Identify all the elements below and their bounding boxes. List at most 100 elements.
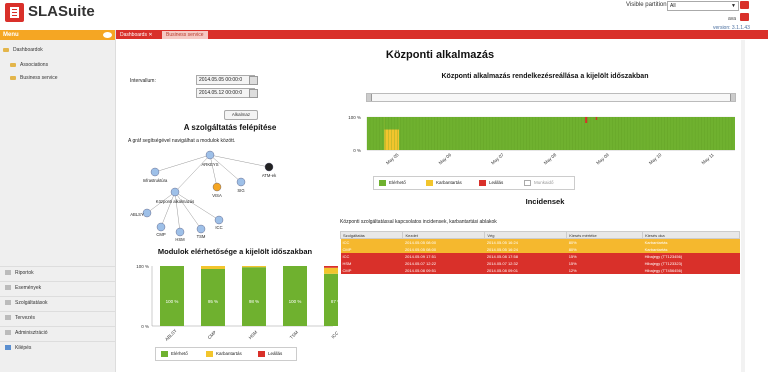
availability-segment bbox=[384, 117, 400, 130]
folder-icon bbox=[10, 75, 16, 80]
sidebar-item-business-service[interactable]: Business service bbox=[10, 75, 58, 81]
tab-business-service[interactable]: Business service bbox=[162, 31, 208, 39]
sidebar-item-label: Események bbox=[15, 285, 42, 291]
table-cell: 12% bbox=[568, 268, 577, 273]
table-cell: Hibajegy (TT123456) bbox=[644, 254, 683, 259]
graph-node[interactable] bbox=[264, 162, 274, 172]
bar-value-label: 87 % bbox=[331, 299, 338, 304]
reports-icon bbox=[5, 270, 11, 276]
graph-node[interactable] bbox=[142, 208, 152, 218]
graph-node[interactable] bbox=[236, 177, 246, 187]
menu-header[interactable]: Menu bbox=[0, 30, 115, 40]
tab-dashboards[interactable]: Dashboards ✕ bbox=[116, 31, 157, 39]
sidebar-item-logout[interactable]: Kilépés bbox=[0, 341, 115, 355]
sidebar-item-label: Szolgáltatások bbox=[15, 300, 48, 306]
sidebar-item-reports[interactable]: Riportok bbox=[0, 266, 115, 280]
graph-node[interactable] bbox=[196, 224, 206, 234]
graph-node[interactable] bbox=[170, 187, 180, 197]
partition-label: Visible partition: bbox=[626, 2, 669, 8]
incidents-subtitle: Központi szolgáltatással kapcsolatos inc… bbox=[340, 219, 497, 225]
collapse-icon[interactable] bbox=[103, 32, 112, 38]
bar-segment bbox=[283, 266, 307, 326]
table-cell: 2014.05.05 16:24 bbox=[486, 247, 518, 252]
sidebar-item-events[interactable]: Események bbox=[0, 281, 115, 295]
bar-value-label: 98 % bbox=[249, 299, 259, 304]
legend-item: Munkaidő bbox=[524, 179, 554, 186]
legend-item: Leállás bbox=[479, 179, 503, 186]
x-tick-label: ICC bbox=[330, 330, 338, 340]
folder-icon bbox=[10, 62, 16, 67]
planning-icon bbox=[5, 315, 11, 321]
bar-value-label: 95 % bbox=[208, 299, 218, 304]
table-cell: 80% bbox=[568, 240, 577, 245]
range-handle-right[interactable] bbox=[730, 94, 735, 101]
menu-label: Menu bbox=[3, 32, 19, 38]
table-header[interactable]: Kiesés mértéke bbox=[566, 231, 644, 239]
table-header[interactable]: Kiesés oka bbox=[642, 231, 740, 239]
calendar-icon[interactable] bbox=[249, 76, 258, 85]
x-tick-label: May 06 bbox=[438, 152, 453, 166]
close-icon[interactable]: ✕ bbox=[148, 32, 152, 38]
table-row[interactable]: CMP 2014.05.05 08:00 2014.05.05 16:24 80% Ka… bbox=[340, 246, 740, 253]
x-tick-label: May 07 bbox=[490, 152, 505, 166]
table-cell: 2014.05.08 17:58 bbox=[486, 254, 518, 259]
y-tick-label: 0 % bbox=[141, 324, 149, 329]
module-chart-title: Modulok elérhetősége a kijelölt időszakb… bbox=[157, 247, 313, 256]
table-cell: ICC bbox=[342, 254, 350, 259]
sidebar-item-admin[interactable]: Adminisztráció bbox=[0, 326, 115, 340]
user-button[interactable] bbox=[740, 13, 749, 21]
graph-node-label: Központi alkalmazás bbox=[156, 199, 194, 204]
timeline-range-slider[interactable] bbox=[366, 93, 736, 102]
scrollbar[interactable] bbox=[741, 40, 745, 372]
app-window: SLASuite Visible partition: All ▼ ava ver… bbox=[0, 0, 768, 390]
calendar-icon[interactable] bbox=[249, 89, 258, 98]
graph-node[interactable] bbox=[214, 215, 224, 225]
settings-button[interactable] bbox=[740, 1, 749, 9]
apply-button[interactable]: Alkalmaz bbox=[224, 110, 258, 120]
sidebar-item-label: Adminisztráció bbox=[15, 330, 48, 336]
graph-node-label: CMP bbox=[156, 232, 166, 237]
graph-node-label: TSM bbox=[197, 234, 206, 239]
sidebar-item-dashboards[interactable]: Dashboardok bbox=[3, 47, 43, 53]
sidebar-item-label: Business service bbox=[20, 75, 58, 81]
legend-item: Leállás bbox=[258, 350, 282, 357]
logo-icon bbox=[5, 3, 24, 22]
user-name: ava bbox=[728, 16, 737, 22]
date-to-input[interactable]: 2014.05.12 00:00:0 bbox=[196, 88, 255, 98]
table-row[interactable]: ICC 2014.05.09 17:51 2014.05.08 17:58 15% Hi… bbox=[340, 253, 740, 260]
sidebar-item-services[interactable]: Szolgáltatások bbox=[0, 296, 115, 310]
table-cell: HSM bbox=[342, 261, 352, 266]
sidebar-item-planning[interactable]: Tervezés bbox=[0, 311, 115, 325]
table-cell: 2014.05.08 09:51 bbox=[404, 268, 437, 273]
timeline-chart: 100 % 0 % May 05 May 06 May 07 May 08 May 09 Ma… bbox=[348, 115, 735, 166]
events-icon bbox=[5, 285, 11, 291]
x-tick-label: HSM bbox=[248, 329, 259, 340]
table-cell: Hibajegy (TT123323) bbox=[644, 261, 683, 266]
tab-label: Dashboards bbox=[120, 32, 147, 38]
table-header[interactable]: Kezdet bbox=[402, 231, 486, 239]
folder-icon bbox=[3, 47, 9, 52]
graph-node[interactable] bbox=[205, 150, 215, 160]
range-handle-left[interactable] bbox=[367, 94, 372, 101]
table-row[interactable]: ICC 2014.05.05 08:00 2014.05.05 16:24 80% Ka… bbox=[340, 238, 740, 246]
sidebar-item-associations[interactable]: Associations bbox=[10, 62, 48, 68]
graph-node[interactable] bbox=[175, 227, 185, 237]
table-header[interactable]: Vég bbox=[484, 231, 568, 239]
x-tick-label: May 09 bbox=[595, 152, 610, 166]
table-row[interactable]: CMP 2014.05.08 09:51 2014.05.08 09:01 12% Hi… bbox=[340, 267, 740, 274]
logout-icon bbox=[5, 345, 11, 351]
graph-node-label: HSM bbox=[175, 237, 185, 242]
date-from-input[interactable]: 2014.05.05 00:00:0 bbox=[196, 75, 255, 85]
x-tick-label: May 05 bbox=[385, 152, 400, 166]
graph-node[interactable] bbox=[156, 222, 166, 232]
table-row[interactable]: HSM 2014.05.07 12:22 2014.05.07 12:32 15% Hi… bbox=[340, 260, 740, 267]
sidebar-item-label: Kilépés bbox=[15, 345, 32, 351]
partition-select[interactable]: All ▼ bbox=[667, 1, 739, 11]
legend-item: Karbantartás bbox=[426, 179, 462, 186]
sidebar: Menu Dashboardok Associations Business s… bbox=[0, 30, 116, 372]
graph-node-label: SIG bbox=[237, 188, 244, 193]
graph-node[interactable] bbox=[212, 182, 222, 192]
graph-node[interactable] bbox=[150, 167, 160, 177]
table-header[interactable]: Szolgáltatás bbox=[339, 231, 404, 239]
timeline-title: Központi alkalmazás rendelkezésreállása … bbox=[441, 73, 649, 80]
